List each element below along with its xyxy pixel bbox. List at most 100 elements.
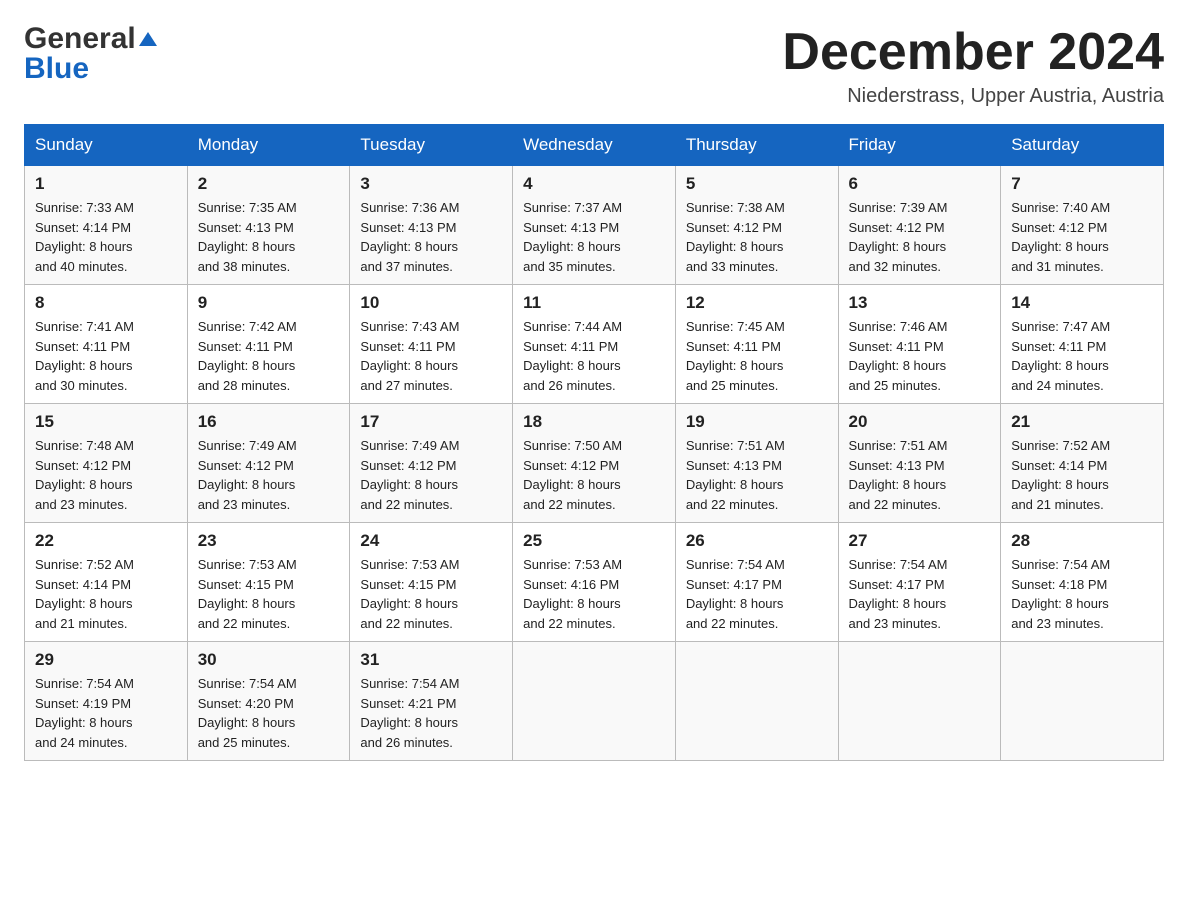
- table-row: 31 Sunrise: 7:54 AMSunset: 4:21 PMDaylig…: [350, 642, 513, 761]
- day-info: Sunrise: 7:49 AMSunset: 4:12 PMDaylight:…: [198, 438, 297, 512]
- table-row: 1 Sunrise: 7:33 AMSunset: 4:14 PMDayligh…: [25, 166, 188, 285]
- col-friday: Friday: [838, 125, 1001, 166]
- calendar-week-row: 22 Sunrise: 7:52 AMSunset: 4:14 PMDaylig…: [25, 523, 1164, 642]
- table-row: 29 Sunrise: 7:54 AMSunset: 4:19 PMDaylig…: [25, 642, 188, 761]
- day-info: Sunrise: 7:53 AMSunset: 4:15 PMDaylight:…: [198, 557, 297, 631]
- day-number: 10: [360, 293, 502, 313]
- day-info: Sunrise: 7:53 AMSunset: 4:16 PMDaylight:…: [523, 557, 622, 631]
- day-number: 2: [198, 174, 340, 194]
- table-row: 18 Sunrise: 7:50 AMSunset: 4:12 PMDaylig…: [513, 404, 676, 523]
- calendar-week-row: 29 Sunrise: 7:54 AMSunset: 4:19 PMDaylig…: [25, 642, 1164, 761]
- day-info: Sunrise: 7:54 AMSunset: 4:17 PMDaylight:…: [849, 557, 948, 631]
- day-number: 29: [35, 650, 177, 670]
- month-title: December 2024: [782, 24, 1164, 81]
- day-number: 26: [686, 531, 828, 551]
- logo-blue-text: Blue: [24, 52, 89, 85]
- table-row: 4 Sunrise: 7:37 AMSunset: 4:13 PMDayligh…: [513, 166, 676, 285]
- calendar-week-row: 1 Sunrise: 7:33 AMSunset: 4:14 PMDayligh…: [25, 166, 1164, 285]
- day-info: Sunrise: 7:35 AMSunset: 4:13 PMDaylight:…: [198, 200, 297, 274]
- calendar-week-row: 15 Sunrise: 7:48 AMSunset: 4:12 PMDaylig…: [25, 404, 1164, 523]
- calendar-header-row: Sunday Monday Tuesday Wednesday Thursday…: [25, 125, 1164, 166]
- table-row: 30 Sunrise: 7:54 AMSunset: 4:20 PMDaylig…: [187, 642, 350, 761]
- table-row: 21 Sunrise: 7:52 AMSunset: 4:14 PMDaylig…: [1001, 404, 1164, 523]
- day-info: Sunrise: 7:54 AMSunset: 4:18 PMDaylight:…: [1011, 557, 1110, 631]
- title-block: December 2024 Niederstrass, Upper Austri…: [782, 24, 1164, 108]
- day-info: Sunrise: 7:49 AMSunset: 4:12 PMDaylight:…: [360, 438, 459, 512]
- day-info: Sunrise: 7:44 AMSunset: 4:11 PMDaylight:…: [523, 319, 622, 393]
- col-wednesday: Wednesday: [513, 125, 676, 166]
- day-number: 23: [198, 531, 340, 551]
- table-row: 17 Sunrise: 7:49 AMSunset: 4:12 PMDaylig…: [350, 404, 513, 523]
- day-info: Sunrise: 7:48 AMSunset: 4:12 PMDaylight:…: [35, 438, 134, 512]
- day-info: Sunrise: 7:43 AMSunset: 4:11 PMDaylight:…: [360, 319, 459, 393]
- page-header: General Blue December 2024 Niederstrass,…: [24, 24, 1164, 108]
- table-row: 27 Sunrise: 7:54 AMSunset: 4:17 PMDaylig…: [838, 523, 1001, 642]
- day-info: Sunrise: 7:41 AMSunset: 4:11 PMDaylight:…: [35, 319, 134, 393]
- table-row: [513, 642, 676, 761]
- table-row: 3 Sunrise: 7:36 AMSunset: 4:13 PMDayligh…: [350, 166, 513, 285]
- day-number: 3: [360, 174, 502, 194]
- day-info: Sunrise: 7:36 AMSunset: 4:13 PMDaylight:…: [360, 200, 459, 274]
- table-row: 26 Sunrise: 7:54 AMSunset: 4:17 PMDaylig…: [675, 523, 838, 642]
- table-row: 7 Sunrise: 7:40 AMSunset: 4:12 PMDayligh…: [1001, 166, 1164, 285]
- calendar-table: Sunday Monday Tuesday Wednesday Thursday…: [24, 124, 1164, 761]
- day-number: 27: [849, 531, 991, 551]
- table-row: 14 Sunrise: 7:47 AMSunset: 4:11 PMDaylig…: [1001, 285, 1164, 404]
- day-number: 22: [35, 531, 177, 551]
- table-row: 15 Sunrise: 7:48 AMSunset: 4:12 PMDaylig…: [25, 404, 188, 523]
- table-row: [838, 642, 1001, 761]
- day-number: 8: [35, 293, 177, 313]
- day-info: Sunrise: 7:54 AMSunset: 4:17 PMDaylight:…: [686, 557, 785, 631]
- col-saturday: Saturday: [1001, 125, 1164, 166]
- day-number: 5: [686, 174, 828, 194]
- col-thursday: Thursday: [675, 125, 838, 166]
- table-row: 6 Sunrise: 7:39 AMSunset: 4:12 PMDayligh…: [838, 166, 1001, 285]
- table-row: 28 Sunrise: 7:54 AMSunset: 4:18 PMDaylig…: [1001, 523, 1164, 642]
- day-number: 25: [523, 531, 665, 551]
- day-number: 18: [523, 412, 665, 432]
- day-number: 7: [1011, 174, 1153, 194]
- day-info: Sunrise: 7:40 AMSunset: 4:12 PMDaylight:…: [1011, 200, 1110, 274]
- day-number: 15: [35, 412, 177, 432]
- day-info: Sunrise: 7:54 AMSunset: 4:21 PMDaylight:…: [360, 676, 459, 750]
- day-number: 17: [360, 412, 502, 432]
- table-row: 5 Sunrise: 7:38 AMSunset: 4:12 PMDayligh…: [675, 166, 838, 285]
- day-number: 14: [1011, 293, 1153, 313]
- table-row: 16 Sunrise: 7:49 AMSunset: 4:12 PMDaylig…: [187, 404, 350, 523]
- day-number: 24: [360, 531, 502, 551]
- table-row: [1001, 642, 1164, 761]
- table-row: 9 Sunrise: 7:42 AMSunset: 4:11 PMDayligh…: [187, 285, 350, 404]
- day-info: Sunrise: 7:51 AMSunset: 4:13 PMDaylight:…: [686, 438, 785, 512]
- col-monday: Monday: [187, 125, 350, 166]
- table-row: 23 Sunrise: 7:53 AMSunset: 4:15 PMDaylig…: [187, 523, 350, 642]
- day-number: 13: [849, 293, 991, 313]
- day-info: Sunrise: 7:46 AMSunset: 4:11 PMDaylight:…: [849, 319, 948, 393]
- table-row: 22 Sunrise: 7:52 AMSunset: 4:14 PMDaylig…: [25, 523, 188, 642]
- day-number: 1: [35, 174, 177, 194]
- calendar-week-row: 8 Sunrise: 7:41 AMSunset: 4:11 PMDayligh…: [25, 285, 1164, 404]
- table-row: 8 Sunrise: 7:41 AMSunset: 4:11 PMDayligh…: [25, 285, 188, 404]
- table-row: 2 Sunrise: 7:35 AMSunset: 4:13 PMDayligh…: [187, 166, 350, 285]
- table-row: 24 Sunrise: 7:53 AMSunset: 4:15 PMDaylig…: [350, 523, 513, 642]
- day-number: 16: [198, 412, 340, 432]
- table-row: [675, 642, 838, 761]
- col-sunday: Sunday: [25, 125, 188, 166]
- table-row: 20 Sunrise: 7:51 AMSunset: 4:13 PMDaylig…: [838, 404, 1001, 523]
- day-number: 19: [686, 412, 828, 432]
- day-info: Sunrise: 7:54 AMSunset: 4:19 PMDaylight:…: [35, 676, 134, 750]
- day-number: 12: [686, 293, 828, 313]
- day-number: 21: [1011, 412, 1153, 432]
- day-info: Sunrise: 7:37 AMSunset: 4:13 PMDaylight:…: [523, 200, 622, 274]
- day-number: 28: [1011, 531, 1153, 551]
- location-text: Niederstrass, Upper Austria, Austria: [782, 85, 1164, 108]
- day-number: 31: [360, 650, 502, 670]
- day-number: 6: [849, 174, 991, 194]
- day-info: Sunrise: 7:42 AMSunset: 4:11 PMDaylight:…: [198, 319, 297, 393]
- day-info: Sunrise: 7:53 AMSunset: 4:15 PMDaylight:…: [360, 557, 459, 631]
- day-info: Sunrise: 7:47 AMSunset: 4:11 PMDaylight:…: [1011, 319, 1110, 393]
- logo-triangle-icon: [139, 30, 157, 52]
- day-info: Sunrise: 7:33 AMSunset: 4:14 PMDaylight:…: [35, 200, 134, 274]
- day-number: 11: [523, 293, 665, 313]
- day-info: Sunrise: 7:54 AMSunset: 4:20 PMDaylight:…: [198, 676, 297, 750]
- col-tuesday: Tuesday: [350, 125, 513, 166]
